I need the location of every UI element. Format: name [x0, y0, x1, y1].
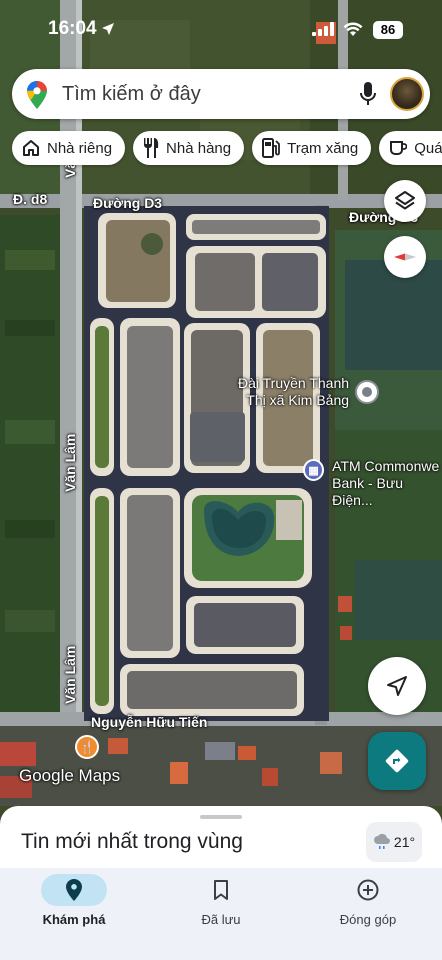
restaurant-icon: 🍴 — [75, 735, 99, 759]
sheet-title: Tin mới nhất trong vùng — [21, 830, 243, 853]
poi-atm-area: Bank - Bưu Điện... — [332, 475, 404, 508]
road-label-nguyen-huu-tien: Nguyễn Hữu Tiến — [91, 714, 208, 730]
status-time: 16:04 — [48, 18, 97, 39]
directions-button[interactable] — [368, 732, 426, 790]
add-circle-icon — [357, 879, 379, 901]
poi-radio-station-name: Đài Truyền Thanh — [238, 375, 350, 391]
navigation-arrow-icon — [387, 676, 407, 696]
location-arrow-icon — [102, 23, 114, 35]
poi-restaurant[interactable]: 🍴 — [75, 735, 99, 759]
nav-explore[interactable]: Khám phá — [19, 874, 129, 927]
road-label-van-lam-bottom: Văn Lâm — [62, 645, 78, 704]
chip-home-label: Nhà riêng — [47, 139, 113, 157]
place-pin-icon — [355, 380, 380, 404]
bottom-navigation: Khám phá Đã lưu Đóng góp — [0, 868, 442, 960]
nav-contribute-label: Đóng góp — [339, 912, 397, 927]
layers-button[interactable] — [384, 180, 426, 222]
drag-handle[interactable] — [200, 815, 242, 819]
google-maps-watermark: Google Maps — [19, 766, 121, 785]
coffee-icon — [390, 141, 408, 155]
battery-indicator: 86 — [373, 21, 403, 39]
nav-saved-label: Đã lưu — [201, 912, 241, 927]
search-bar[interactable] — [12, 69, 430, 119]
nav-saved[interactable]: Đã lưu — [166, 874, 276, 927]
road-label-van-lam-mid: Văn Lâm — [62, 433, 78, 492]
gas-station-icon — [262, 138, 281, 158]
chip-restaurants-label: Nhà hàng — [166, 139, 232, 157]
directions-icon — [385, 749, 409, 773]
cloud-rain-icon — [373, 834, 390, 849]
cellular-signal-icon — [312, 22, 334, 36]
compass-button[interactable] — [384, 236, 426, 278]
chip-cafes[interactable]: Quán — [379, 131, 442, 165]
poi-radio-station-area: Thị xã Kim Bảng — [246, 392, 350, 408]
poi-radio-station[interactable]: Đài Truyền Thanh Thị xã Kim Bảng — [238, 375, 380, 409]
home-icon — [23, 140, 39, 156]
weather-temperature: 21° — [393, 834, 416, 850]
chip-gas-stations-label: Trạm xăng — [287, 139, 359, 157]
status-bar: 16:04 86 — [0, 14, 442, 44]
search-input[interactable] — [62, 79, 332, 109]
chip-restaurants[interactable]: Nhà hàng — [133, 131, 245, 165]
google-maps-logo-icon — [27, 81, 47, 109]
nav-explore-label: Khám phá — [42, 912, 106, 927]
microphone-icon — [360, 82, 376, 105]
account-avatar[interactable] — [390, 77, 424, 111]
wifi-icon — [343, 22, 363, 36]
layers-icon — [395, 191, 415, 210]
my-location-button[interactable] — [368, 657, 426, 715]
explore-pin-icon — [66, 879, 82, 901]
road-label-d3-left: Đường D3 — [93, 195, 163, 211]
weather-chip[interactable]: 21° — [366, 822, 422, 862]
category-chips: Nhà riêng Nhà hàng Trạm xăng Quán — [12, 131, 442, 165]
bookmark-icon — [214, 880, 228, 900]
voice-search-button[interactable] — [354, 80, 382, 108]
road-label-d8: Đ. d8 — [13, 191, 48, 207]
chip-cafes-label: Quán — [414, 139, 442, 157]
restaurant-icon — [144, 138, 159, 158]
poi-atm-name: ATM Commonwe — [332, 458, 440, 474]
compass-icon — [394, 253, 416, 261]
poi-atm[interactable]: ▦ ATM Commonwe Bank - Bưu Điện... — [303, 458, 442, 509]
chip-gas-stations[interactable]: Trạm xăng — [252, 131, 372, 165]
nav-contribute[interactable]: Đóng góp — [313, 874, 423, 927]
chip-home[interactable]: Nhà riêng — [12, 131, 126, 165]
bank-icon: ▦ — [303, 459, 325, 481]
bottom-sheet[interactable]: Tin mới nhất trong vùng 21° — [0, 806, 442, 870]
